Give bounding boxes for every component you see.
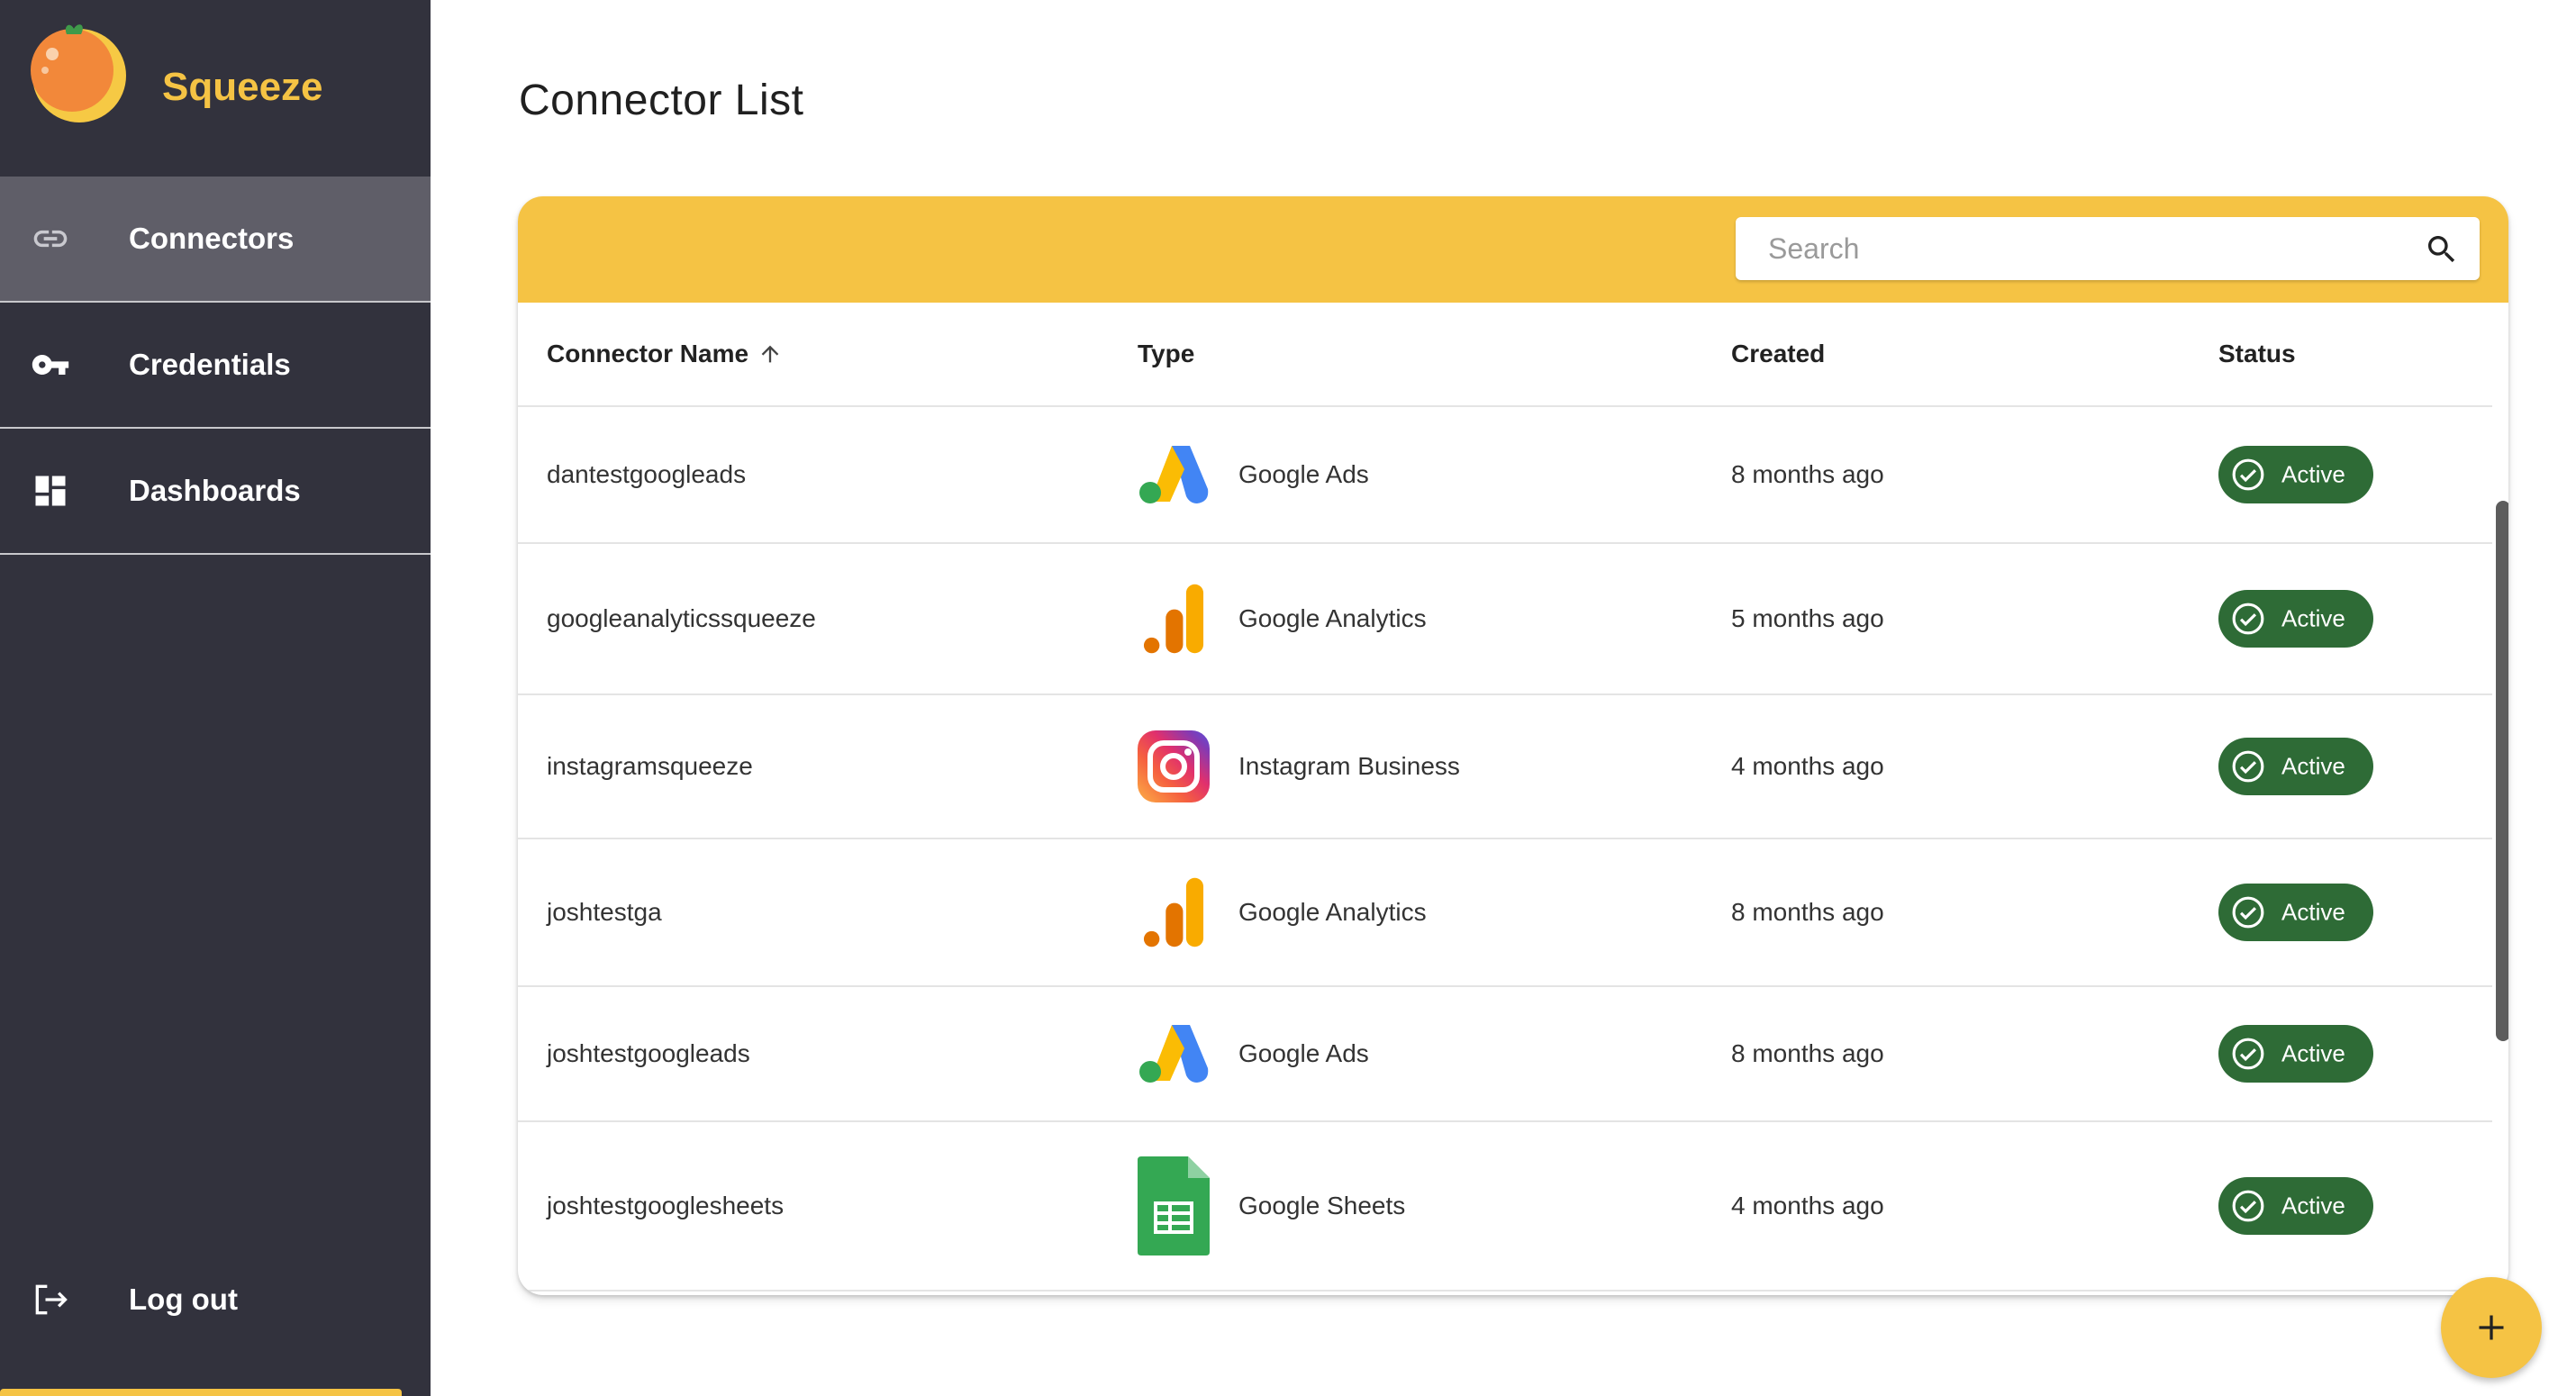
status-label: Active — [2281, 604, 2345, 632]
status-label: Active — [2281, 898, 2345, 926]
connector-type: Google Ads — [1238, 460, 1369, 488]
status-badge: Active — [2218, 590, 2373, 648]
sidebar-item-label: Credentials — [129, 348, 291, 381]
sidebar-item-connectors[interactable]: Connectors — [0, 177, 431, 303]
column-header-label: Connector Name — [547, 340, 749, 367]
key-icon — [32, 355, 69, 375]
search-input[interactable] — [1736, 217, 2402, 280]
google-ads-icon — [1139, 1025, 1209, 1083]
status-badge: Active — [2218, 884, 2373, 941]
arrow-up-sort-icon — [761, 345, 779, 363]
status-label: Active — [2281, 1192, 2345, 1219]
sidebar-item-credentials[interactable]: Credentials — [0, 303, 431, 429]
connector-name: instagramsqueeze — [547, 752, 753, 780]
check-circle-icon — [2232, 750, 2264, 783]
check-circle-icon — [2232, 458, 2264, 491]
connector-type: Instagram Business — [1238, 752, 1460, 780]
link-icon — [33, 230, 68, 248]
scrollbar-thumb[interactable] — [2496, 501, 2508, 1041]
logout-icon — [35, 1284, 68, 1315]
sidebar: Squeeze Connectors Credentials Dashboard… — [0, 0, 431, 1396]
sidebar-item-label: Dashboards — [129, 474, 301, 507]
plus-icon — [2479, 1315, 2504, 1340]
logout-label: Log out — [129, 1283, 238, 1316]
search-icon[interactable] — [2424, 231, 2460, 267]
created-date: 8 months ago — [1731, 898, 1884, 926]
sidebar-item-dashboards[interactable]: Dashboards — [0, 429, 431, 555]
instagram-icon — [1138, 730, 1210, 802]
column-header-name[interactable]: Connector Name — [547, 340, 783, 368]
connector-type: Google Analytics — [1238, 604, 1427, 632]
connector-name: dantestgoogleads — [547, 460, 747, 488]
created-date: 4 months ago — [1731, 752, 1884, 780]
page-title: Connector List — [519, 77, 804, 124]
google-analytics-icon — [1143, 584, 1204, 654]
status-badge: Active — [2218, 738, 2373, 795]
status-badge: Active — [2218, 1177, 2373, 1235]
logout-button[interactable]: Log out — [0, 1243, 431, 1356]
connector-name: joshtestga — [547, 898, 662, 926]
column-header-status[interactable]: Status — [2218, 340, 2296, 368]
add-connector-button[interactable] — [2441, 1277, 2542, 1378]
sidebar-item-label: Connectors — [129, 222, 295, 255]
check-circle-icon — [2232, 1190, 2264, 1222]
connector-name: joshtestgoogleads — [547, 1039, 750, 1067]
table-row[interactable]: instagramsqueeze Instagram Business 4 mo… — [518, 695, 2492, 839]
check-circle-icon — [2232, 603, 2264, 635]
status-label: Active — [2281, 752, 2345, 780]
dashboard-icon — [35, 476, 66, 506]
connector-table-card: Connector Name Type Created Status dante… — [518, 196, 2508, 1295]
connector-name: googleanalyticssqueeze — [547, 604, 816, 632]
status-badge: Active — [2218, 446, 2373, 503]
orange-logo-icon — [31, 24, 126, 122]
check-circle-icon — [2232, 1038, 2264, 1070]
status-badge: Active — [2218, 1025, 2373, 1083]
status-label: Active — [2281, 460, 2345, 488]
check-circle-icon — [2232, 896, 2264, 929]
search-box — [1736, 217, 2480, 280]
connector-type: Google Analytics — [1238, 898, 1427, 926]
sidebar-accent-bar — [0, 1389, 402, 1396]
created-date: 8 months ago — [1731, 460, 1884, 488]
column-header-created[interactable]: Created — [1731, 340, 1825, 368]
column-header-type[interactable]: Type — [1138, 340, 1194, 368]
google-ads-icon — [1139, 446, 1209, 503]
table-toolbar — [518, 196, 2508, 303]
created-date: 5 months ago — [1731, 604, 1884, 632]
google-analytics-icon — [1143, 877, 1204, 947]
table-row[interactable]: googleanalyticssqueeze Google Analytics … — [518, 544, 2492, 695]
app-name: Squeeze — [162, 65, 323, 109]
table-row[interactable]: joshtestgooglesheets Google Sheets 4 mon… — [518, 1122, 2492, 1292]
table-header: Connector Name Type Created Status — [518, 303, 2492, 407]
brand[interactable]: Squeeze — [27, 18, 423, 153]
created-date: 8 months ago — [1731, 1039, 1884, 1067]
table-row[interactable]: dantestgoogleads Google Ads 8 months ago… — [518, 407, 2492, 544]
connector-name: joshtestgooglesheets — [547, 1192, 785, 1219]
table-row[interactable]: joshtestga Google Analytics 8 months ago… — [518, 839, 2492, 987]
status-label: Active — [2281, 1039, 2345, 1067]
created-date: 4 months ago — [1731, 1192, 1884, 1219]
google-sheets-icon — [1138, 1156, 1210, 1255]
table-row[interactable]: joshtestgoogleads Google Ads 8 months ag… — [518, 987, 2492, 1122]
connector-type: Google Ads — [1238, 1039, 1369, 1067]
connector-type: Google Sheets — [1238, 1192, 1406, 1219]
